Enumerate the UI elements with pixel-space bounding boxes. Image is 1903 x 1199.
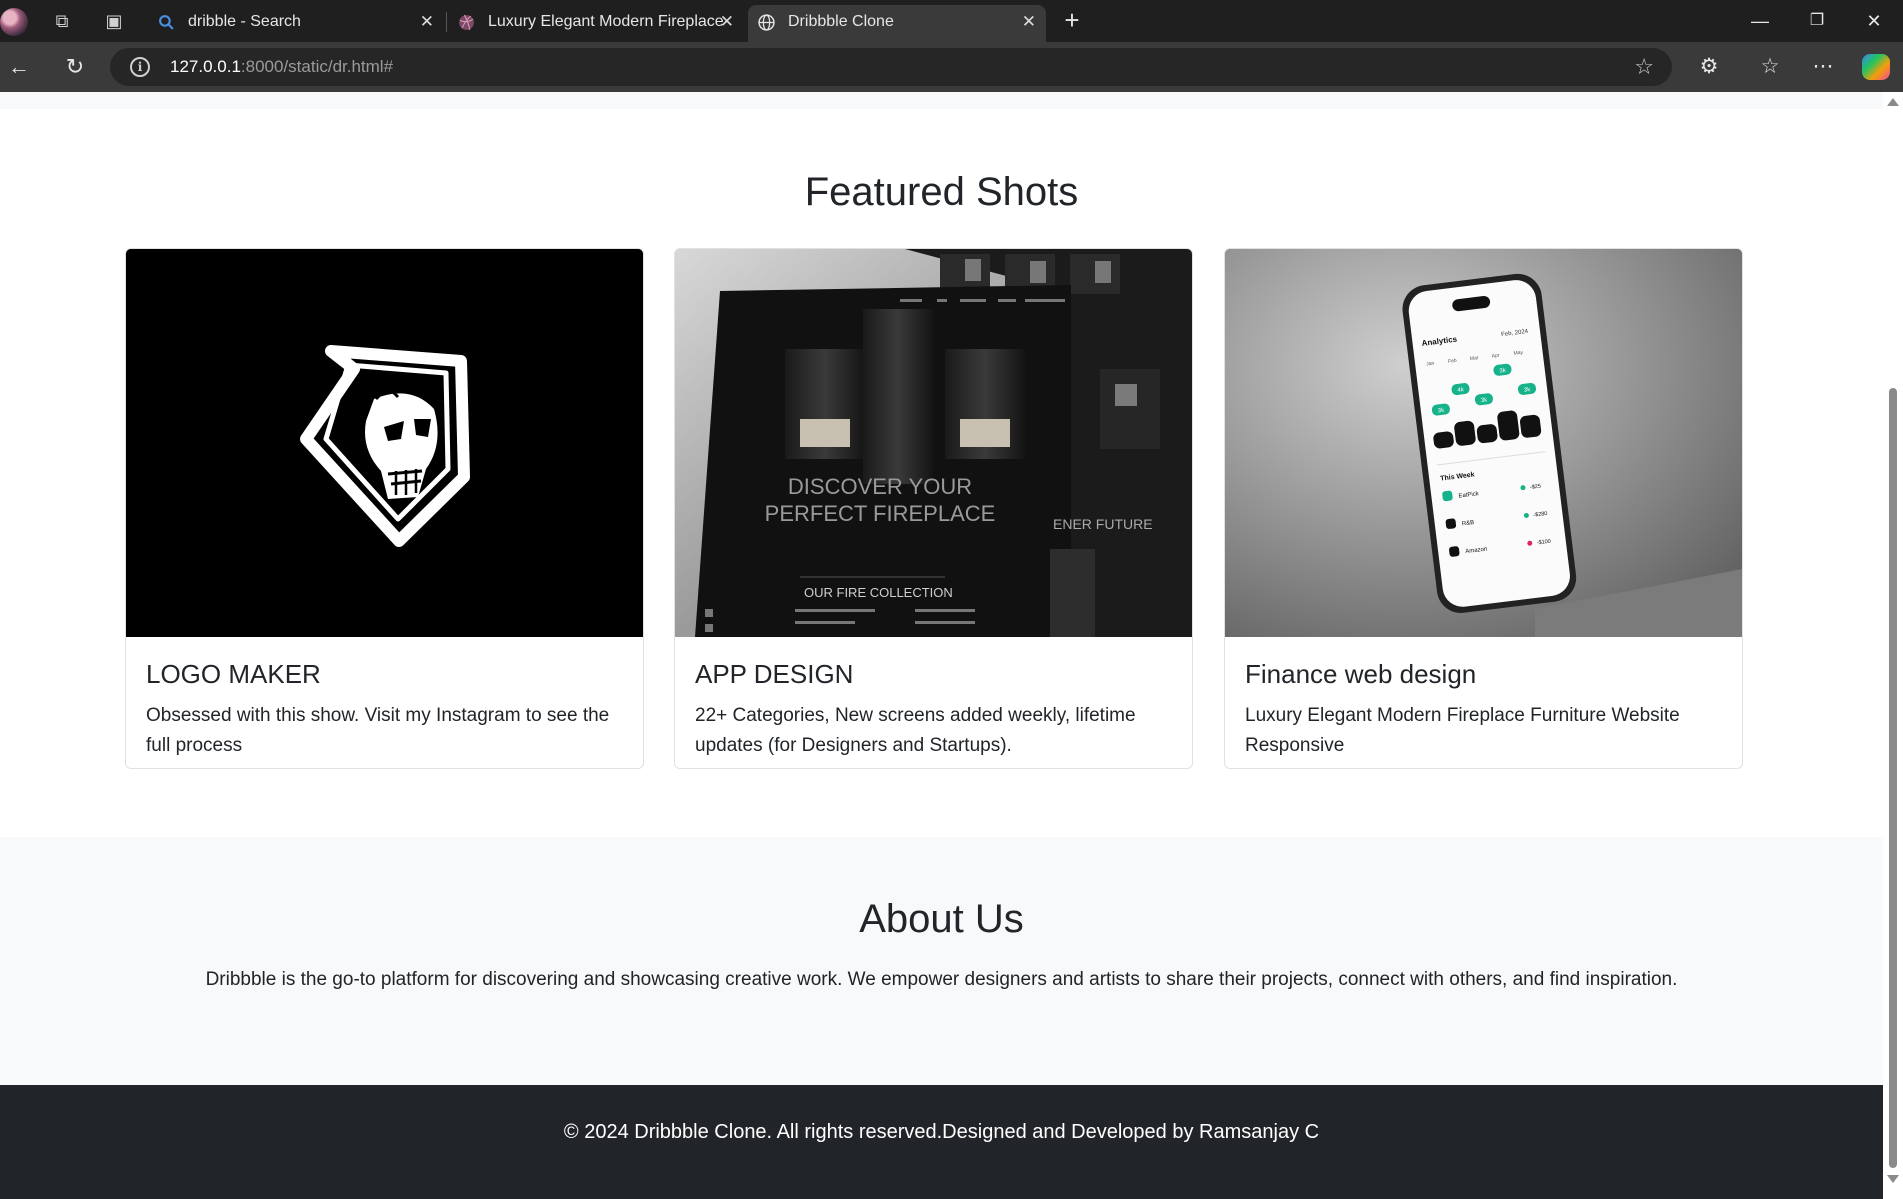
shot-title[interactable]: APP DESIGN [695, 659, 853, 690]
shot-description: Luxury Elegant Modern Fireplace Furnitur… [1245, 705, 1680, 756]
fireplace-headline-1: DISCOVER YOUR [788, 474, 972, 499]
page-viewport: Featured Shots LOGO MAKER Obsessed with … [0, 92, 1883, 1199]
tab-label: dribble - Search [188, 13, 301, 30]
profile-avatar[interactable] [0, 8, 28, 36]
skull-logo-image [126, 249, 643, 637]
more-icon[interactable]: ⋯ [1808, 52, 1838, 82]
address-toolbar: ← ↻ i 127.0.0.1:8000/static/dr.html# ☆ ⚙… [0, 42, 1903, 92]
shot-card-logo-maker[interactable]: LOGO MAKER Obsessed with this show. Visi… [125, 248, 644, 769]
phone-month-label: Feb [1448, 358, 1458, 365]
workspaces-icon[interactable]: ⧉ [48, 8, 76, 34]
page-scrollbar[interactable] [1883, 92, 1903, 1199]
tab-label: Luxury Elegant Modern Fireplace [488, 13, 724, 30]
about-text: Dribbble is the go-to platform for disco… [205, 969, 1678, 990]
dribbble-icon [459, 14, 474, 31]
search-icon [159, 15, 174, 30]
phone-month-label: May [1513, 350, 1524, 357]
about-heading: About Us [859, 897, 1024, 941]
browser-tab-bar: ⧉ ▣ dribble - Search ✕ Luxury Elegant Mo… [0, 0, 1903, 42]
fireplace-collection: OUR FIRE COLLECTION [804, 585, 953, 600]
featured-shots-heading: Featured Shots [804, 170, 1079, 214]
url-host: 127.0.0.1 [170, 57, 241, 76]
favorites-icon[interactable]: ☆ [1755, 52, 1785, 82]
vertical-tabs-icon[interactable]: ▣ [100, 8, 128, 34]
tab-dribbble-clone[interactable]: Dribbble Clone ✕ [748, 5, 1046, 42]
previous-section-edge [0, 92, 1883, 109]
close-icon[interactable]: ✕ [420, 5, 434, 38]
back-icon[interactable]: ← [4, 52, 34, 82]
close-icon[interactable]: ✕ [1022, 5, 1036, 38]
tab-fireplace[interactable]: Luxury Elegant Modern Fireplace ✕ [448, 5, 744, 42]
shot-card-finance[interactable]: Analytics Feb, 2024 Jan Feb Mar Apr May 3k 4k… [1224, 248, 1743, 769]
refresh-icon[interactable]: ↻ [60, 52, 90, 82]
window-close-icon[interactable]: ✕ [1854, 6, 1894, 36]
shot-image-logo[interactable] [126, 249, 643, 637]
scroll-up-icon[interactable] [1887, 98, 1899, 106]
shot-description: 22+ Categories, New screens added weekly… [695, 705, 1136, 756]
shot-title[interactable]: LOGO MAKER [146, 659, 321, 690]
about-section: About Us Dribbble is the go-to platform … [0, 837, 1883, 1085]
tab-label: Dribbble Clone [788, 13, 894, 30]
scrollbar-thumb[interactable] [1889, 388, 1897, 1168]
info-icon[interactable]: i [130, 57, 150, 77]
url-path: :8000/static/dr.html# [240, 57, 394, 76]
minimize-icon[interactable]: — [1740, 6, 1780, 36]
extensions-icon[interactable]: ⚙ [1694, 52, 1724, 82]
phone-transaction-icon [1445, 518, 1457, 529]
tab-divider [446, 12, 447, 32]
phone-month-label: Apr [1491, 353, 1500, 360]
shot-card-app-design[interactable]: DISCOVER YOUR PERFECT FIREPLACE ENER FUT… [674, 248, 1193, 769]
phone-transaction-icon [1449, 546, 1460, 557]
url-text[interactable]: 127.0.0.1:8000/static/dr.html# [170, 48, 393, 86]
fireplace-side-text: ENER FUTURE [1053, 516, 1153, 532]
globe-icon [758, 14, 775, 31]
fireplace-headline-2: PERFECT FIREPLACE [765, 501, 996, 526]
copilot-icon[interactable] [1862, 54, 1890, 80]
new-tab-button[interactable]: + [1058, 6, 1086, 36]
phone-month-label: Jan [1426, 361, 1435, 368]
address-bar[interactable]: i 127.0.0.1:8000/static/dr.html# ☆ [110, 48, 1672, 86]
restore-icon[interactable]: ❐ [1797, 6, 1837, 36]
footer-copyright: © 2024 Dribbble Clone. All rights reserv… [563, 1121, 1320, 1143]
scroll-down-icon[interactable] [1887, 1175, 1899, 1183]
shot-title[interactable]: Finance web design [1245, 659, 1476, 690]
phone-transaction-icon [1442, 490, 1453, 502]
finance-phone-image: Analytics Feb, 2024 Jan Feb Mar Apr May 3k4k… [1225, 249, 1742, 637]
shot-image-phone[interactable]: Analytics Feb, 2024 Jan Feb Mar Apr May 3k 4k… [1225, 249, 1742, 637]
close-icon[interactable]: ✕ [720, 5, 734, 38]
shot-description: Obsessed with this show. Visit my Instag… [146, 705, 610, 756]
tab-dribble-search[interactable]: dribble - Search ✕ [148, 5, 444, 42]
footer: © 2024 Dribbble Clone. All rights reserv… [0, 1085, 1883, 1199]
star-icon[interactable]: ☆ [1634, 48, 1654, 86]
fireplace-website-image: DISCOVER YOUR PERFECT FIREPLACE ENER FUT… [675, 249, 1192, 637]
phone-month-label: Mar [1470, 355, 1480, 362]
shot-image-fireplace[interactable]: DISCOVER YOUR PERFECT FIREPLACE ENER FUT… [675, 249, 1192, 637]
